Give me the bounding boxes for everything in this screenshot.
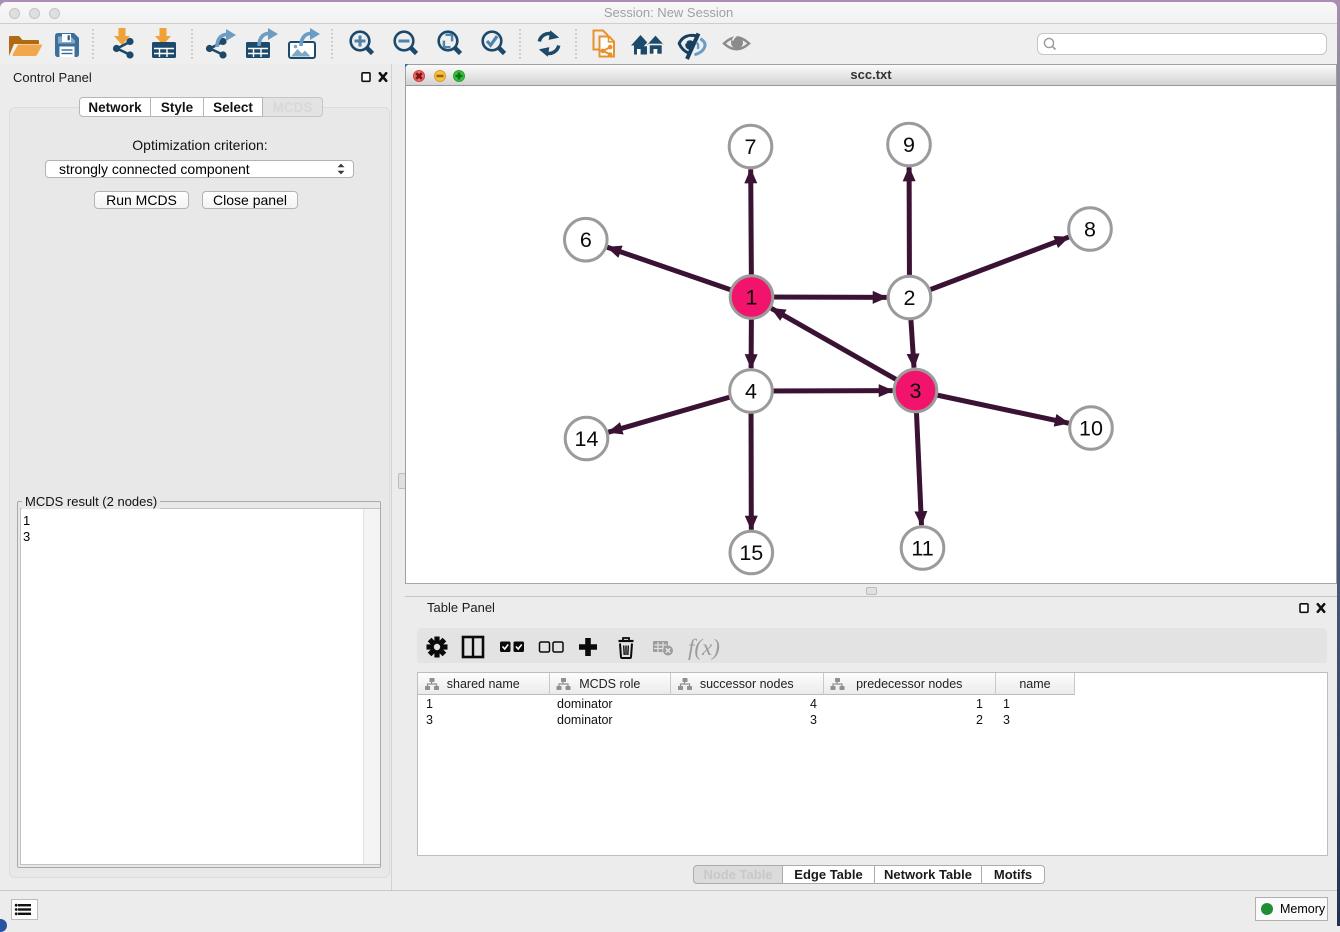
svg-text:2: 2 <box>904 286 916 310</box>
svg-text:1: 1 <box>746 286 758 310</box>
svg-text:f(x): f(x) <box>688 635 720 660</box>
svg-text:8: 8 <box>1084 218 1096 242</box>
svg-text:7: 7 <box>745 135 757 159</box>
svg-text:14: 14 <box>575 427 599 451</box>
svg-text:11: 11 <box>911 537 933 561</box>
svg-text:6: 6 <box>580 228 592 252</box>
svg-text:10: 10 <box>1079 417 1103 441</box>
svg-text:15: 15 <box>739 541 763 565</box>
svg-text:9: 9 <box>903 133 915 157</box>
svg-text:4: 4 <box>745 380 757 404</box>
svg-text:3: 3 <box>910 379 922 403</box>
